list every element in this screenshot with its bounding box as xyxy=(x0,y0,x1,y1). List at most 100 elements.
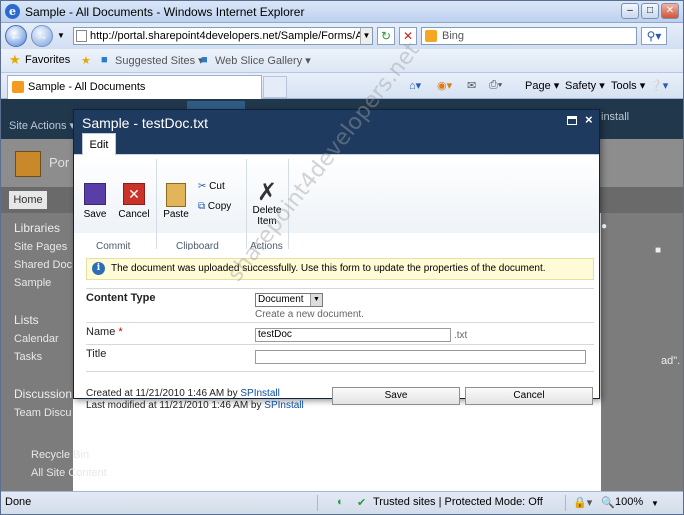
status-separator xyxy=(317,495,318,511)
right-truncated-text: ad". xyxy=(661,355,681,367)
mail-icon[interactable]: ✉ xyxy=(467,79,476,92)
quicklaunch-discussions[interactable]: Discussion xyxy=(14,387,72,401)
maximize-dialog-icon[interactable] xyxy=(567,116,577,125)
content-type-label: Content Type xyxy=(86,292,156,304)
quicklaunch-team-discussion[interactable]: Team Discu xyxy=(14,407,71,419)
quicklaunch-shared-docs[interactable]: Shared Doc xyxy=(14,259,72,271)
ribbon-save-button[interactable]: Save xyxy=(80,183,110,220)
zoom-level[interactable]: 100% xyxy=(615,496,643,508)
title-label: Title xyxy=(86,348,107,360)
close-window-button[interactable]: ✕ xyxy=(661,3,679,19)
history-dropdown-icon[interactable]: ▼ xyxy=(57,31,65,40)
title-bar: e Sample - All Documents - Windows Inter… xyxy=(1,1,683,23)
forward-button[interactable]: → xyxy=(31,25,53,47)
created-info: Created at 11/21/2010 1:46 AM by SPInsta… xyxy=(86,388,304,400)
quicklaunch-lists[interactable]: Lists xyxy=(14,313,39,327)
ribbon-cut-button[interactable]: ✂ Cut xyxy=(198,181,225,192)
maximize-button[interactable]: □ xyxy=(641,3,659,19)
close-dialog-icon[interactable]: × xyxy=(585,112,593,127)
content-type-select[interactable]: Document ▼ xyxy=(255,293,323,307)
name-label: Name * xyxy=(86,326,123,338)
quicklaunch-all-site-content[interactable]: All Site Content xyxy=(31,467,107,479)
security-icon: ◐ xyxy=(337,496,344,508)
home-icon[interactable]: ⌂▾ xyxy=(409,79,421,92)
web-slice-gallery-link[interactable]: Web Slice Gallery ▾ xyxy=(215,54,311,67)
help-circle-icon[interactable]: ● xyxy=(601,221,607,232)
address-dropdown-icon[interactable]: ▼ xyxy=(360,28,372,44)
file-extension: .txt xyxy=(454,330,468,341)
status-separator xyxy=(565,495,566,511)
address-bar[interactable]: http://portal.sharepoint4developers.net/… xyxy=(73,27,373,45)
quicklaunch-calendar[interactable]: Calendar xyxy=(14,333,59,345)
user-menu[interactable]: install xyxy=(601,111,629,123)
ribbon-copy-label: Copy xyxy=(207,201,232,212)
browser-tab[interactable]: Sample - All Documents xyxy=(7,75,262,99)
home-nav-tab[interactable]: Home xyxy=(9,191,47,209)
save-button[interactable]: Save xyxy=(332,387,460,405)
favorites-button[interactable]: Favorites xyxy=(25,54,70,66)
tools-menu[interactable]: Tools ▾ xyxy=(611,79,645,92)
quicklaunch-sample[interactable]: Sample xyxy=(14,277,51,289)
content-type-hint: Create a new document. xyxy=(255,309,364,320)
print-icon[interactable]: ⎙▾ xyxy=(489,79,502,92)
refresh-icon[interactable]: ↻ xyxy=(377,27,395,45)
ribbon-paste-button[interactable]: Paste xyxy=(160,183,192,220)
copy-icon: ⧉ xyxy=(198,201,206,212)
page-menu[interactable]: Page ▾ xyxy=(525,79,559,92)
portal-name[interactable]: Por xyxy=(49,155,69,170)
quicklaunch-libraries[interactable]: Libraries xyxy=(14,221,60,235)
web-slice-icon: ■ xyxy=(201,54,208,66)
suggested-sites-icon: ■ xyxy=(101,54,108,66)
sharepoint-favicon-icon xyxy=(12,81,24,93)
title-input[interactable] xyxy=(255,350,586,364)
feeds-icon[interactable]: ◉▾ xyxy=(437,79,452,92)
version-info: Created at 11/21/2010 1:46 AM by SPInsta… xyxy=(86,388,304,412)
ribbon-cancel-button[interactable]: ✕ Cancel xyxy=(116,183,152,220)
favorites-bar: ★ Favorites ★ ■ Suggested Sites ▾ ■ Web … xyxy=(1,49,683,73)
quick-launch: Libraries Site Pages Shared Doc Sample L… xyxy=(1,213,107,491)
chevron-down-icon: ▼ xyxy=(310,294,322,306)
dialog-title: Sample - testDoc.txt xyxy=(82,115,209,131)
modified-info: Last modified at 11/21/2010 1:46 AM by S… xyxy=(86,400,304,412)
back-button[interactable]: ← xyxy=(5,25,27,47)
required-marker: * xyxy=(118,326,123,338)
name-input[interactable]: testDoc xyxy=(255,328,451,342)
trusted-zone-icon: ✔ xyxy=(357,497,367,509)
ribbon-delete-item-button[interactable]: ✗ Delete Item xyxy=(250,179,284,228)
suggested-sites-link[interactable]: Suggested Sites ▾ xyxy=(115,54,204,67)
ribbon-copy-button[interactable]: ⧉ Copy xyxy=(198,201,231,212)
stop-icon[interactable]: ✕ xyxy=(399,27,417,45)
delete-icon: ✗ xyxy=(256,179,278,206)
site-actions-menu[interactable]: Site Actions ▾ xyxy=(9,119,75,132)
site-logo-icon xyxy=(15,151,41,177)
created-by-link[interactable]: SPInstall xyxy=(240,388,279,399)
search-input[interactable]: Bing xyxy=(421,27,637,45)
quicklaunch-tasks[interactable]: Tasks xyxy=(14,351,42,363)
protected-mode-icon[interactable]: 🔒▾ xyxy=(573,496,592,509)
cancel-icon: ✕ xyxy=(123,183,145,205)
ie-logo-icon: e xyxy=(5,4,20,19)
search-placeholder: Bing xyxy=(442,30,465,42)
ribbon-cut-label: Cut xyxy=(209,181,225,192)
zoom-icon[interactable]: 🔍 xyxy=(601,496,615,509)
tab-title: Sample - All Documents xyxy=(28,81,146,93)
safety-menu[interactable]: Safety ▾ xyxy=(565,79,605,92)
minimize-button[interactable]: – xyxy=(621,3,639,19)
modified-by-link[interactable]: SPInstall xyxy=(264,400,303,411)
search-button[interactable]: ⚲▾ xyxy=(641,27,667,45)
ribbon-delete-item-label: Delete Item xyxy=(252,205,282,227)
ribbon-commands: Save ✕ Cancel Paste ✂ Cut ⧉ Copy ✗ Delet… xyxy=(74,155,599,249)
tab-edit[interactable]: Edit xyxy=(82,133,116,156)
ribbon-cancel-label: Cancel xyxy=(118,209,150,220)
help-icon[interactable]: ❔▾ xyxy=(649,79,668,92)
quicklaunch-recycle-bin[interactable]: Recycle Bin xyxy=(31,449,89,461)
add-favorite-icon[interactable]: ★ xyxy=(81,54,91,67)
dialog-ribbon: Edit Save ✕ Cancel Paste ✂ Cut ⧉ Copy ✗ … xyxy=(74,133,599,252)
cancel-button[interactable]: Cancel xyxy=(465,387,593,405)
save-icon xyxy=(84,183,106,205)
zoom-dropdown-icon[interactable]: ▼ xyxy=(651,499,659,508)
ribbon-separator xyxy=(288,159,289,249)
new-tab-button[interactable] xyxy=(263,76,287,98)
security-zone-text[interactable]: Trusted sites | Protected Mode: Off xyxy=(373,496,543,508)
quicklaunch-site-pages[interactable]: Site Pages xyxy=(14,241,67,253)
